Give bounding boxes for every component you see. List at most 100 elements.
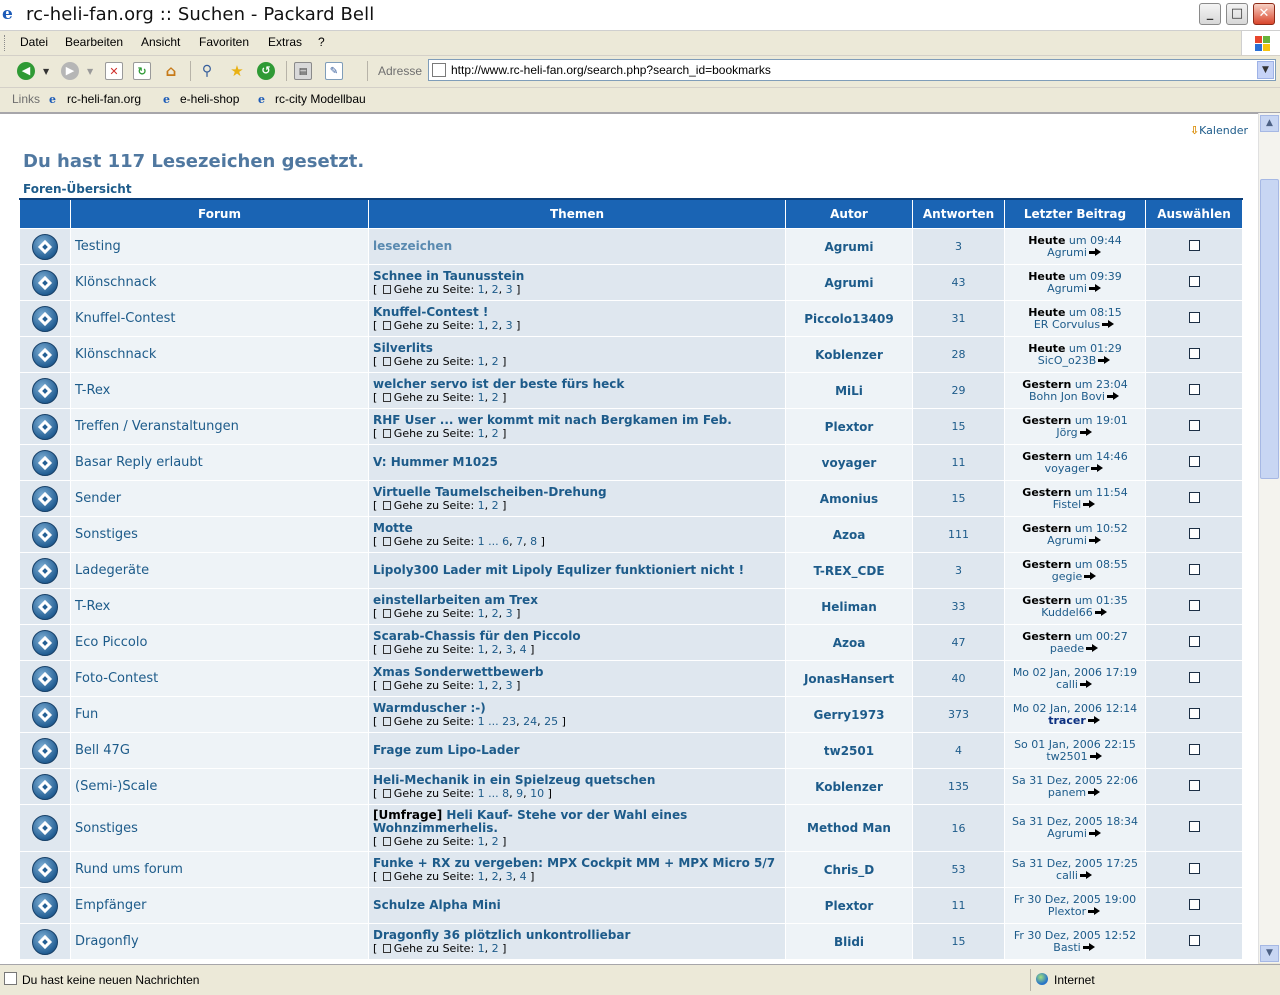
stop-icon[interactable]: ✕	[105, 62, 123, 80]
page-link[interactable]: 1	[478, 607, 485, 620]
page-link[interactable]: 1	[478, 870, 485, 883]
topic-title[interactable]: Warmduscher :-)	[373, 701, 785, 715]
page-link[interactable]: 1	[478, 319, 485, 332]
author-link[interactable]: Gerry1973	[785, 696, 913, 733]
edit-icon[interactable]: ✎	[325, 62, 343, 80]
author-link[interactable]: Plextor	[785, 408, 913, 445]
forum-link[interactable]: Empfänger	[70, 887, 369, 924]
page-link[interactable]: 3	[506, 643, 513, 656]
page-link[interactable]: 24	[523, 715, 537, 728]
select-checkbox[interactable]	[1188, 311, 1200, 323]
topic-title[interactable]: Funke + RX zu vergeben: MPX Cockpit MM +…	[373, 856, 785, 870]
author-link[interactable]: JonasHansert	[785, 660, 913, 697]
author-link[interactable]: Amonius	[785, 480, 913, 517]
goto-last-post-icon[interactable]	[1088, 906, 1102, 916]
page-link[interactable]: 1	[478, 942, 485, 955]
goto-last-post-icon[interactable]	[1091, 463, 1105, 473]
page-link[interactable]: 10	[530, 787, 544, 800]
last-post-user[interactable]: tracer	[1048, 714, 1086, 727]
menu-favoriten[interactable]: Favoriten	[199, 35, 249, 49]
select-checkbox[interactable]	[1188, 347, 1200, 359]
author-link[interactable]: Azoa	[785, 624, 913, 661]
history-icon[interactable]: ↺	[257, 62, 275, 80]
forum-link[interactable]: T-Rex	[70, 372, 369, 409]
last-post-user[interactable]: SicO_o23B	[1038, 354, 1097, 367]
page-link[interactable]: 7	[516, 535, 523, 548]
forward-icon[interactable]: ▶	[61, 62, 79, 80]
page-link[interactable]: 1	[478, 427, 485, 440]
author-link[interactable]: MiLi	[785, 372, 913, 409]
select-checkbox[interactable]	[1188, 599, 1200, 611]
page-link[interactable]: 1 ... 6	[478, 535, 509, 548]
topic-title[interactable]: Knuffel-Contest !	[373, 305, 785, 319]
select-checkbox[interactable]	[1188, 821, 1200, 832]
goto-last-post-icon[interactable]	[1088, 787, 1102, 797]
topic-title[interactable]: V: Hummer M1025	[373, 456, 785, 469]
print-icon[interactable]: ▤	[294, 62, 312, 80]
select-checkbox[interactable]	[1188, 671, 1200, 683]
page-link[interactable]: 4	[520, 870, 527, 883]
goto-last-post-icon[interactable]	[1087, 715, 1102, 725]
minimize-button[interactable]: _	[1199, 3, 1221, 25]
select-checkbox[interactable]	[1188, 743, 1200, 755]
page-link[interactable]: 1	[478, 643, 485, 656]
back-icon[interactable]: ◀	[17, 62, 35, 80]
forum-link[interactable]: Treffen / Veranstaltungen	[70, 408, 369, 445]
forum-link[interactable]: Fun	[70, 696, 369, 733]
goto-last-post-icon[interactable]	[1079, 679, 1094, 689]
link-e-heli-shop[interactable]: e-heli-shop	[180, 92, 239, 106]
menu-datei[interactable]: Datei	[20, 35, 48, 49]
goto-last-post-icon[interactable]	[1098, 355, 1112, 365]
goto-last-post-icon[interactable]	[1102, 319, 1116, 329]
topic-title[interactable]: Scarab-Chassis für den Piccolo	[373, 629, 785, 643]
forum-link[interactable]: Sender	[70, 480, 369, 517]
goto-last-post-icon[interactable]	[1088, 283, 1103, 293]
author-link[interactable]: Method Man	[785, 804, 913, 852]
forum-link[interactable]: Ladegeräte	[70, 552, 369, 589]
forward-dropdown-icon[interactable]: ▼	[87, 67, 93, 76]
address-dropdown-icon[interactable]: ▼	[1257, 61, 1274, 79]
author-link[interactable]: Koblenzer	[785, 768, 913, 805]
last-post-user[interactable]: paede	[1050, 642, 1084, 655]
forum-link[interactable]: Eco Piccolo	[70, 624, 369, 661]
author-link[interactable]: Azoa	[785, 516, 913, 553]
author-link[interactable]: Agrumi	[785, 264, 913, 301]
home-icon[interactable]: ⌂	[162, 62, 180, 80]
topic-title[interactable]: Dragonfly 36 plötzlich unkontrolliebar	[373, 928, 785, 942]
refresh-icon[interactable]: ↻	[133, 62, 151, 80]
goto-last-post-icon[interactable]	[1089, 751, 1104, 761]
author-link[interactable]: Heliman	[785, 588, 913, 625]
page-link[interactable]: 3	[506, 319, 513, 332]
forum-link[interactable]: Basar Reply erlaubt	[70, 444, 369, 481]
last-post-user[interactable]: Agrumi	[1047, 246, 1087, 259]
forum-link[interactable]: Klönschnack	[70, 336, 369, 373]
author-link[interactable]: voyager	[785, 444, 913, 481]
goto-last-post-icon[interactable]	[1079, 870, 1094, 880]
select-checkbox[interactable]	[1188, 707, 1200, 719]
last-post-user[interactable]: Kuddel66	[1041, 606, 1092, 619]
page-link[interactable]: 3	[506, 607, 513, 620]
select-checkbox[interactable]	[1188, 635, 1200, 647]
select-checkbox[interactable]	[1188, 383, 1200, 395]
page-link[interactable]: 1	[478, 355, 485, 368]
goto-last-post-icon[interactable]	[1088, 829, 1103, 838]
page-link[interactable]: 1 ... 23	[478, 715, 516, 728]
page-link[interactable]: 2	[492, 679, 499, 692]
page-link[interactable]: 1 ... 8	[478, 787, 509, 800]
last-post-user[interactable]: ER Corvulus	[1034, 318, 1100, 331]
vertical-scrollbar[interactable]: ▲ ▼	[1258, 113, 1280, 963]
link-rc-city[interactable]: rc-city Modellbau	[275, 92, 366, 106]
forum-link[interactable]: Dragonfly	[70, 923, 369, 960]
author-link[interactable]: Koblenzer	[785, 336, 913, 373]
forum-link[interactable]: Knuffel-Contest	[70, 300, 369, 337]
forum-link[interactable]: T-Rex	[70, 588, 369, 625]
last-post-user[interactable]: Basti	[1053, 941, 1080, 954]
topic-title[interactable]: RHF User ... wer kommt mit nach Bergkame…	[373, 413, 785, 427]
select-checkbox[interactable]	[1188, 275, 1200, 287]
back-dropdown-icon[interactable]: ▼	[43, 67, 49, 76]
author-link[interactable]: Piccolo13409	[785, 300, 913, 337]
author-link[interactable]: Blidi	[785, 923, 913, 960]
favorites-icon[interactable]: ★	[228, 62, 246, 80]
page-link[interactable]: 25	[544, 715, 558, 728]
select-checkbox[interactable]	[1188, 455, 1200, 467]
